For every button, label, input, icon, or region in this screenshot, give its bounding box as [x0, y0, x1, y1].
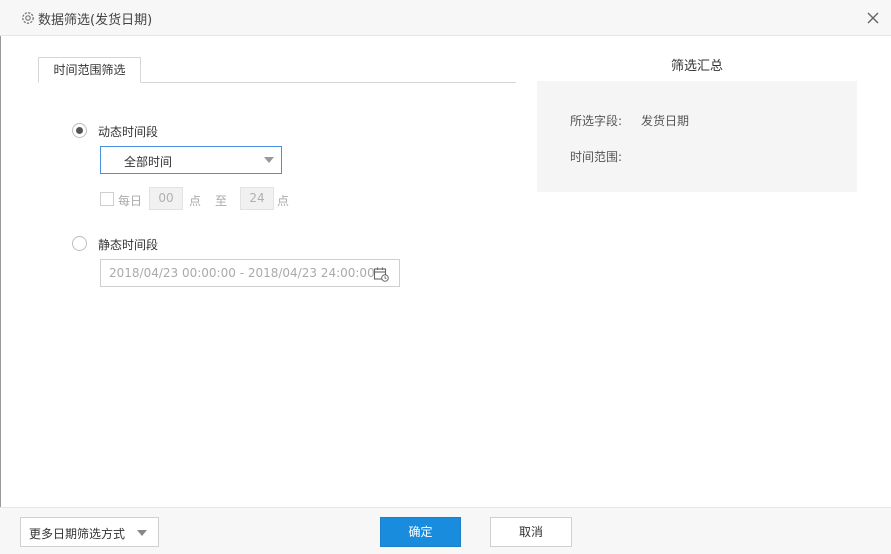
tab-time-range[interactable]: 时间范围筛选: [38, 57, 141, 83]
daily-from-hour[interactable]: 00: [149, 187, 183, 210]
confirm-button[interactable]: 确定: [380, 517, 461, 547]
static-period-label: 静态时间段: [98, 238, 159, 252]
static-period-radio[interactable]: [72, 236, 87, 251]
daily-checkbox[interactable]: [100, 192, 114, 206]
period-select[interactable]: 全部时间: [100, 146, 282, 174]
daily-label: 每日: [118, 194, 143, 208]
daily-to-unit: 点: [277, 194, 290, 208]
dialog-title: 数据筛选(发货日期): [38, 13, 153, 28]
more-date-filter-label: 更多日期筛选方式: [29, 527, 126, 541]
daily-from-unit: 点: [189, 194, 202, 208]
gear-icon: [20, 10, 36, 26]
daily-to-label: 至: [215, 194, 228, 208]
dynamic-period-radio[interactable]: [72, 123, 87, 138]
daily-to-hour[interactable]: 24: [240, 187, 274, 210]
summary-field-label: 所选字段:: [570, 114, 623, 128]
summary-panel: 所选字段: 发货日期 时间范围:: [537, 81, 857, 192]
dynamic-period-label: 动态时间段: [98, 125, 159, 139]
summary-range-label: 时间范围:: [570, 150, 623, 164]
date-range-input[interactable]: 2018/04/23 00:00:00 - 2018/04/23 24:00:0…: [100, 259, 400, 287]
close-icon[interactable]: [863, 8, 883, 28]
chevron-down-icon: [264, 157, 274, 163]
cancel-button[interactable]: 取消: [490, 517, 572, 547]
dialog-left-border: [0, 36, 1, 507]
summary-title: 筛选汇总: [670, 59, 723, 74]
more-date-filter-button[interactable]: 更多日期筛选方式: [20, 517, 159, 547]
period-select-value: 全部时间: [124, 155, 173, 169]
summary-field-value: 发货日期: [641, 114, 690, 128]
dialog-footer: 更多日期筛选方式 确定 取消: [0, 507, 891, 554]
chevron-down-icon: [137, 530, 147, 536]
calendar-icon[interactable]: [373, 266, 389, 282]
date-range-placeholder: 2018/04/23 00:00:00 - 2018/04/23 24:00:0…: [109, 266, 375, 280]
dialog-titlebar: 数据筛选(发货日期): [0, 0, 891, 36]
